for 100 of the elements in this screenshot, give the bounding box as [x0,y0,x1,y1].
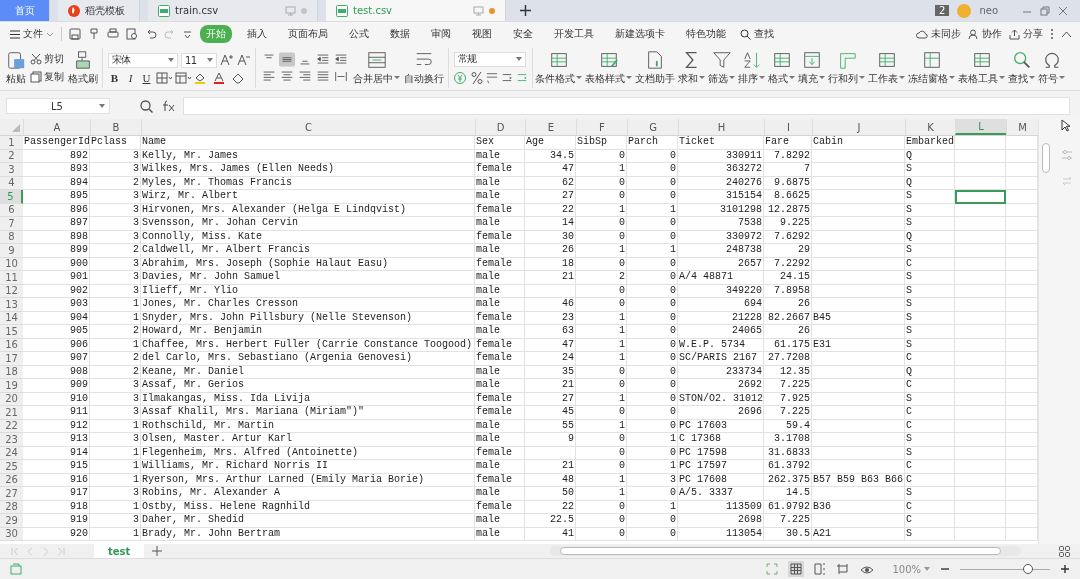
name-box[interactable]: L5 [6,98,110,114]
formula-input[interactable] [183,97,1070,115]
table-button[interactable]: 表格工具 [957,50,1006,86]
row-header[interactable]: 11 [0,271,23,285]
column-header[interactable]: A [23,119,90,135]
restore-icon[interactable] [1040,5,1050,16]
search-button[interactable]: 查找 [740,27,774,41]
thousands-separator-icon[interactable] [486,70,498,85]
row-header[interactable]: 3 [0,163,23,177]
undo-icon[interactable] [145,28,157,40]
ribbon-tab[interactable]: 审阅 [425,25,457,43]
close-icon[interactable] [1058,5,1068,16]
grid-view-icon[interactable] [1059,545,1070,557]
distribute-icon[interactable] [333,69,349,84]
percent-icon[interactable] [471,70,483,85]
ribbon-tab[interactable]: 公式 [343,25,375,43]
number-format-dropdown[interactable]: 常规 [454,51,526,67]
table-button[interactable]: 条件格式 [534,50,583,86]
collapse-icon[interactable] [1061,30,1072,38]
table-button[interactable]: 格式 [767,50,796,86]
rows-columns-button[interactable]: 行和列 [827,50,866,86]
column-header[interactable]: I [764,119,812,135]
selected-cell[interactable] [955,190,1006,204]
zoom-in-icon[interactable] [1060,564,1070,574]
indent-icon[interactable] [333,52,349,67]
increase-font-icon[interactable] [220,54,234,66]
page-layout-icon[interactable] [836,563,851,575]
column-header[interactable]: F [576,119,627,135]
ribbon-tab[interactable]: 安全 [507,25,539,43]
ribbon-tab[interactable]: 页面布局 [282,25,334,43]
horizontal-scrollbar[interactable] [550,546,1021,556]
dropdown-icon[interactable] [183,29,192,39]
row-header[interactable]: 9 [0,244,23,258]
document-button[interactable]: 文档助手 [634,50,676,86]
column-header[interactable]: H [678,119,764,135]
table-button[interactable]: 工作表 [867,50,906,86]
row-header[interactable]: 17 [0,352,23,366]
zoom-icon[interactable] [140,99,153,113]
currency-icon[interactable] [454,70,468,85]
row-header[interactable]: 13 [0,298,23,312]
save-icon[interactable] [69,28,81,40]
column-header[interactable]: B [90,119,141,135]
sync-button[interactable]: 未同步 [916,27,961,41]
ribbon-tab[interactable]: 新建选项卡 [609,25,671,43]
freeze-panes-button[interactable]: 冻结窗格 [907,50,956,86]
share-button[interactable]: 分享 [1009,27,1043,41]
font-name-dropdown[interactable]: 宋体 [108,52,178,68]
ribbon-tab[interactable]: 数据 [384,25,416,43]
ribbon-tab[interactable]: 插入 [241,25,273,43]
window-count-badge[interactable]: 2 [935,5,950,16]
filter-button[interactable]: 筛选 [707,50,736,86]
sheet-tab[interactable]: test [94,544,145,558]
macro-icon[interactable] [10,563,22,575]
underline-button[interactable]: U [140,71,153,84]
collaborate-button[interactable]: 协作 [968,27,1002,41]
sort-button[interactable]: 排序 [737,50,766,86]
row-header[interactable]: 25 [0,460,23,474]
page-break-icon[interactable] [814,563,827,575]
add-sheet-icon[interactable] [152,546,163,556]
table-pen-button[interactable]: 表格样式 [584,50,633,86]
paste-button[interactable]: 粘贴 [6,50,26,86]
align-middle-icon[interactable] [279,52,295,67]
ribbon-tab[interactable]: 视图 [466,25,498,43]
bold-button[interactable]: B [108,71,121,84]
more-icon[interactable] [1050,28,1054,40]
cell-style-icon[interactable] [175,71,191,84]
row-header[interactable]: 19 [0,379,23,393]
document-tab[interactable]: test.csv [326,0,506,21]
row-header[interactable]: 23 [0,433,23,447]
align-right-icon[interactable] [297,69,313,84]
merge-center-button[interactable]: 合并居中 [353,50,400,86]
cut-button[interactable]: 剪切 [30,52,64,66]
row-header[interactable]: 27 [0,487,23,501]
sigma-button[interactable]: 求和 [677,50,706,86]
column-header[interactable]: E [525,119,576,135]
printer-icon[interactable] [107,28,119,40]
italic-button[interactable]: I [124,71,137,84]
print-preview-icon[interactable] [126,28,138,40]
ribbon-tab[interactable]: 开发工具 [548,25,600,43]
copy-button[interactable]: 复制 [30,70,64,84]
function-icon[interactable] [161,100,175,112]
row-header[interactable]: 7 [0,217,23,231]
brush-icon[interactable] [88,28,100,40]
row-header[interactable]: 15 [0,325,23,339]
user-name[interactable]: neo [979,5,998,16]
column-header[interactable]: G [627,119,678,135]
align-left-icon[interactable] [261,69,277,84]
document-tab[interactable]: train.csv [148,0,318,21]
format-painter-button[interactable]: 格式刷 [68,50,98,86]
file-menu[interactable]: 文件 [10,27,54,41]
ribbon-tab[interactable]: 特色功能 [680,25,732,43]
borders-icon[interactable] [156,71,172,84]
align-center-icon[interactable] [279,69,295,84]
row-header[interactable]: 1 [0,136,23,150]
eye-icon[interactable] [860,563,875,575]
justify-icon[interactable] [315,69,331,84]
omega-button[interactable]: 符号 [1037,50,1066,86]
search-button[interactable]: 查找 [1007,50,1036,86]
normal-view-icon[interactable] [788,561,805,577]
font-size-dropdown[interactable]: 11 [181,52,217,68]
